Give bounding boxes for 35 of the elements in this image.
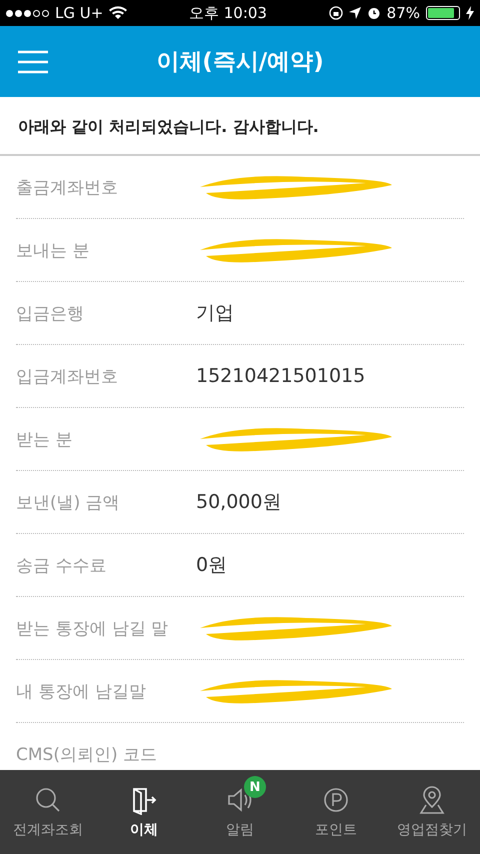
notification-badge: N [244, 776, 266, 798]
field-value: 0원 [196, 553, 228, 578]
menu-button[interactable] [18, 50, 48, 74]
rotation-lock-icon [328, 6, 343, 20]
field-value: 기업 [196, 301, 234, 326]
signal-icon [6, 10, 49, 16]
field-value: 50,000원 [196, 490, 282, 515]
branch-icon [417, 785, 447, 815]
tab-bar-item[interactable]: 영업점찾기 [384, 770, 480, 854]
field-label: CMS(의뢰인) 코드 [16, 744, 158, 766]
field-label: 입금은행 [16, 302, 85, 324]
clock-time: 오후 10:03 [188, 4, 267, 22]
completion-message: 아래와 같이 처리되었습니다. 감사합니다. [0, 97, 480, 156]
location-arrow-icon [348, 7, 361, 19]
page-title: 이체(즉시/예약) [156, 48, 324, 77]
carrier-name: LG U+ [55, 4, 104, 22]
field-label: 입금계좌번호 [16, 366, 119, 388]
tab-bar-item[interactable]: 포인트 [288, 770, 384, 854]
field-label: 출금계좌번호 [16, 176, 119, 198]
battery-icon [426, 6, 460, 20]
field-label: 받는 분 [16, 428, 74, 450]
field-label: 송금 수수료 [16, 554, 108, 576]
field-value: 15210421501015 [196, 365, 366, 387]
wifi-icon [109, 6, 128, 20]
battery-percent: 87% [386, 4, 420, 22]
alarm-clock-icon [366, 6, 381, 20]
tab-bar-item[interactable]: 전계좌조회 [0, 770, 96, 854]
field-label: 내 통장에 남길말 [16, 680, 147, 702]
tab-bar-item[interactable]: 이체 [96, 770, 192, 854]
field-label: 보내는 분 [16, 240, 90, 262]
point-icon [321, 785, 351, 815]
charging-icon [466, 6, 474, 20]
field-label: 보낸(낼) 금액 [16, 492, 121, 514]
field-label: 받는 통장에 남길 말 [16, 618, 170, 640]
tab-bar-item[interactable]: N 알림 [192, 770, 288, 854]
